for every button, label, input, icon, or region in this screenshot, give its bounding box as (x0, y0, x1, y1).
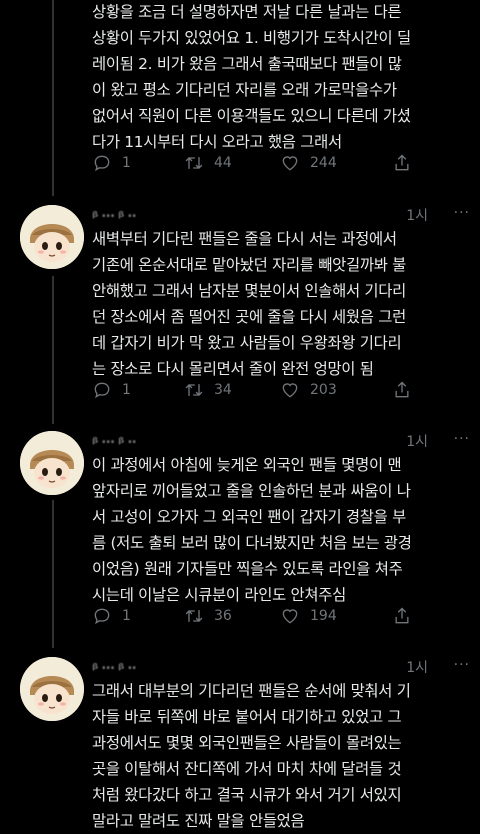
like-button[interactable]: 244 (280, 151, 337, 175)
like-count: 203 (310, 382, 337, 398)
tweet-actions: 1 34 203 (92, 378, 432, 402)
thread-line (52, 0, 54, 196)
reply-button[interactable]: 1 (92, 378, 131, 402)
reply-count: 1 (122, 382, 131, 398)
reply-count: 1 (122, 155, 131, 171)
more-options-icon[interactable]: ··· (454, 431, 470, 447)
avatar-character-icon (20, 657, 84, 721)
share-icon (395, 381, 409, 398)
tweet-text: 이 과정에서 아침에 늦게온 외국인 팬들 몇명이 맨 앞자리로 끼어들었고 줄… (92, 456, 412, 604)
reply-icon (94, 382, 110, 399)
retweet-count: 44 (214, 155, 232, 171)
more-options-icon[interactable]: ··· (454, 205, 470, 221)
retweet-icon (185, 157, 203, 169)
retweet-count: 34 (214, 382, 232, 398)
retweet-button[interactable]: 44 (184, 151, 232, 175)
tweet-text: 상황을 조금 더 설명하자면 저날 다른 날과는 다른 상황이 두가지 있었어요… (92, 3, 411, 151)
more-options-icon[interactable]: ··· (454, 657, 470, 673)
tweet-header: ᵦ ... ᵦ .. 1시 ··· (92, 205, 470, 227)
reply-icon (94, 155, 110, 172)
share-button[interactable] (392, 151, 422, 175)
tweet-time[interactable]: 1시 (406, 657, 428, 677)
reply-button[interactable]: 1 (92, 151, 131, 175)
like-button[interactable]: 203 (280, 378, 337, 402)
avatar[interactable] (20, 657, 84, 721)
avatar[interactable] (20, 205, 84, 269)
heart-icon (282, 383, 298, 398)
tweet-time[interactable]: 1시 (406, 431, 428, 451)
avatar[interactable] (20, 431, 84, 495)
author-name[interactable]: ᵦ ... ᵦ .. (92, 431, 137, 447)
author-name[interactable]: ᵦ ... ᵦ .. (92, 205, 137, 221)
tweet-header: ᵦ ... ᵦ .. 1시 ··· (92, 431, 470, 453)
reply-button[interactable]: 1 (92, 604, 131, 628)
thread-line (52, 276, 54, 424)
like-count: 194 (310, 608, 337, 624)
reply-count: 1 (122, 608, 131, 624)
tweet-actions: 1 44 244 (92, 151, 432, 175)
share-icon (395, 154, 409, 171)
heart-icon (282, 156, 298, 171)
like-button[interactable]: 194 (280, 604, 337, 628)
share-icon (395, 607, 409, 624)
thread-line (52, 500, 54, 648)
share-button[interactable] (392, 378, 422, 402)
avatar-character-icon (20, 205, 84, 269)
reply-icon (94, 608, 110, 625)
retweet-icon (185, 610, 203, 622)
tweet-actions: 1 36 194 (92, 604, 432, 628)
retweet-button[interactable]: 34 (184, 378, 232, 402)
tweet-time[interactable]: 1시 (406, 205, 428, 225)
retweet-icon (185, 384, 203, 396)
tweet-text: 그래서 대부분의 기다리던 팬들은 순서에 맞춰서 기 자들 바로 뒤쪽에 바로… (92, 682, 411, 830)
tweet-text: 새벽부터 기다린 팬들은 줄을 다시 서는 과정에서 기존에 온순서대로 맡아놨… (92, 230, 407, 378)
avatar-character-icon (20, 431, 84, 495)
retweet-count: 36 (214, 608, 232, 624)
tweet-header: ᵦ ... ᵦ .. 1시 ··· (92, 657, 470, 679)
share-button[interactable] (392, 604, 422, 628)
heart-icon (282, 609, 298, 624)
like-count: 244 (310, 155, 337, 171)
retweet-button[interactable]: 36 (184, 604, 232, 628)
author-name[interactable]: ᵦ ... ᵦ .. (92, 657, 137, 673)
